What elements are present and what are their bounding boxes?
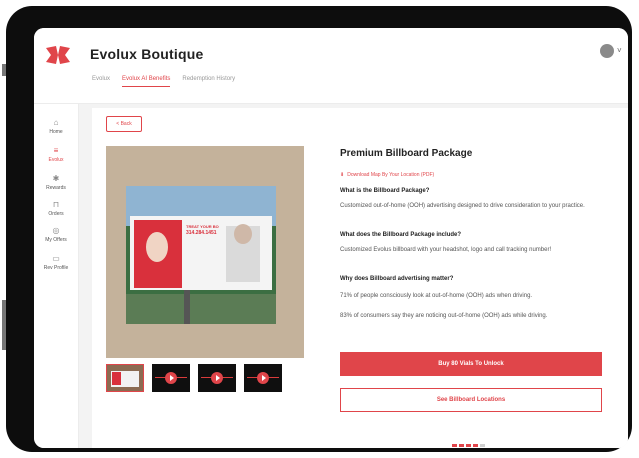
faq-answer: Customized Evolus billboard with your he… (340, 247, 552, 253)
play-icon (165, 372, 177, 384)
sidebar-item-evolux[interactable]: ≡ Evolux (34, 146, 78, 163)
download-label: Download Map By Your Location (PDF) (347, 172, 435, 178)
subnav-benefits[interactable]: Evolux AI Benefits (122, 76, 171, 87)
billboard-face (146, 232, 168, 262)
page-title: Premium Billboard Package (340, 148, 473, 159)
faq-question: What does the Billboard Package include? (340, 232, 462, 238)
evolux-icon: ≡ (53, 146, 59, 155)
sidebar-item-label: Home (49, 129, 63, 135)
brand-title: Evolux Boutique (90, 46, 204, 62)
subnav-evolux[interactable]: Evolux (92, 76, 110, 87)
billboard-person-head (234, 224, 252, 244)
see-locations-button[interactable]: See Billboard Locations (340, 388, 602, 412)
orders-icon: ⊓ (52, 200, 60, 209)
subnav-history[interactable]: Redemption History (182, 76, 235, 87)
indicator-dot (459, 444, 464, 447)
billboard-photo: TREAT YOUR BO 314.284.1451 (126, 186, 276, 324)
scroll-indicator (452, 444, 485, 447)
indicator-dot (466, 444, 471, 447)
avatar[interactable] (600, 44, 614, 58)
play-icon (211, 372, 223, 384)
billboard-pole (184, 290, 190, 324)
indicator-dot (452, 444, 457, 447)
thumbnail-video[interactable] (244, 364, 282, 392)
faq-question: What is the Billboard Package? (340, 188, 430, 194)
sidebar-item-orders[interactable]: ⊓ Orders (34, 200, 78, 217)
tablet-bezel: Evolux Boutique Evolux Evolux AI Benefit… (6, 6, 632, 452)
indicator-dot (473, 444, 478, 447)
rewards-icon: ✱ (52, 174, 60, 183)
faq-answer: Customized out-of-home (OOH) advertising… (340, 203, 585, 209)
play-icon (257, 372, 269, 384)
thumbnail-video[interactable] (198, 364, 236, 392)
billboard-phone: 314.284.1451 (186, 230, 217, 236)
sidebar-item-label: Evolux (48, 157, 64, 163)
thumbnail-red (112, 372, 121, 385)
home-icon: ⌂ (53, 118, 59, 127)
sidebar-item-home[interactable]: ⌂ Home (34, 118, 78, 135)
screen: Evolux Boutique Evolux Evolux AI Benefit… (34, 28, 628, 448)
sidebar-item-label: Orders (48, 211, 64, 217)
app-header: Evolux Boutique Evolux Evolux AI Benefit… (34, 28, 628, 104)
faq-answer: 71% of people consciously look at out-of… (340, 293, 533, 299)
profile-icon: ▭ (52, 254, 60, 263)
content-card: < Back TREAT YOUR BO 314.284.1451 Premiu… (92, 108, 628, 448)
sidebar-item-my-offers[interactable]: ◎ My Offers (34, 226, 78, 243)
sidebar: ⌂ Home ≡ Evolux ✱ Rewards ⊓ Orders ◎ My … (34, 104, 79, 448)
billboard-headline: TREAT YOUR BO (186, 224, 219, 229)
sub-navigation: Evolux Evolux AI Benefits Redemption His… (92, 76, 235, 87)
faq-question: Why does Billboard advertising matter? (340, 276, 454, 282)
download-icon: ⬇ (340, 172, 345, 178)
chevron-down-icon[interactable]: ˅ (617, 46, 622, 55)
buy-unlock-button[interactable]: Buy 80 Vials To Unlock (340, 352, 602, 376)
indicator-dot (480, 444, 485, 447)
offers-icon: ◎ (52, 226, 60, 235)
sidebar-item-label: Rewards (46, 185, 66, 191)
thumbnail-video[interactable] (152, 364, 190, 392)
download-link[interactable]: ⬇ Download Map By Your Location (PDF) (340, 172, 434, 178)
thumbnail-strip (106, 364, 282, 392)
sidebar-item-label: Rev Profile (43, 265, 69, 271)
thumbnail-image[interactable] (106, 364, 144, 392)
sidebar-item-rev-profile[interactable]: ▭ Rev Profile (34, 254, 78, 271)
sidebar-item-label: My Offers (45, 237, 67, 243)
back-button[interactable]: < Back (106, 116, 142, 132)
faq-answer: 83% of consumers say they are noticing o… (340, 313, 548, 319)
billboard-board: TREAT YOUR BO 314.284.1451 (130, 216, 272, 290)
evolux-logo-icon[interactable] (46, 46, 70, 64)
sidebar-item-rewards[interactable]: ✱ Rewards (34, 174, 78, 191)
billboard-ground (126, 294, 276, 324)
